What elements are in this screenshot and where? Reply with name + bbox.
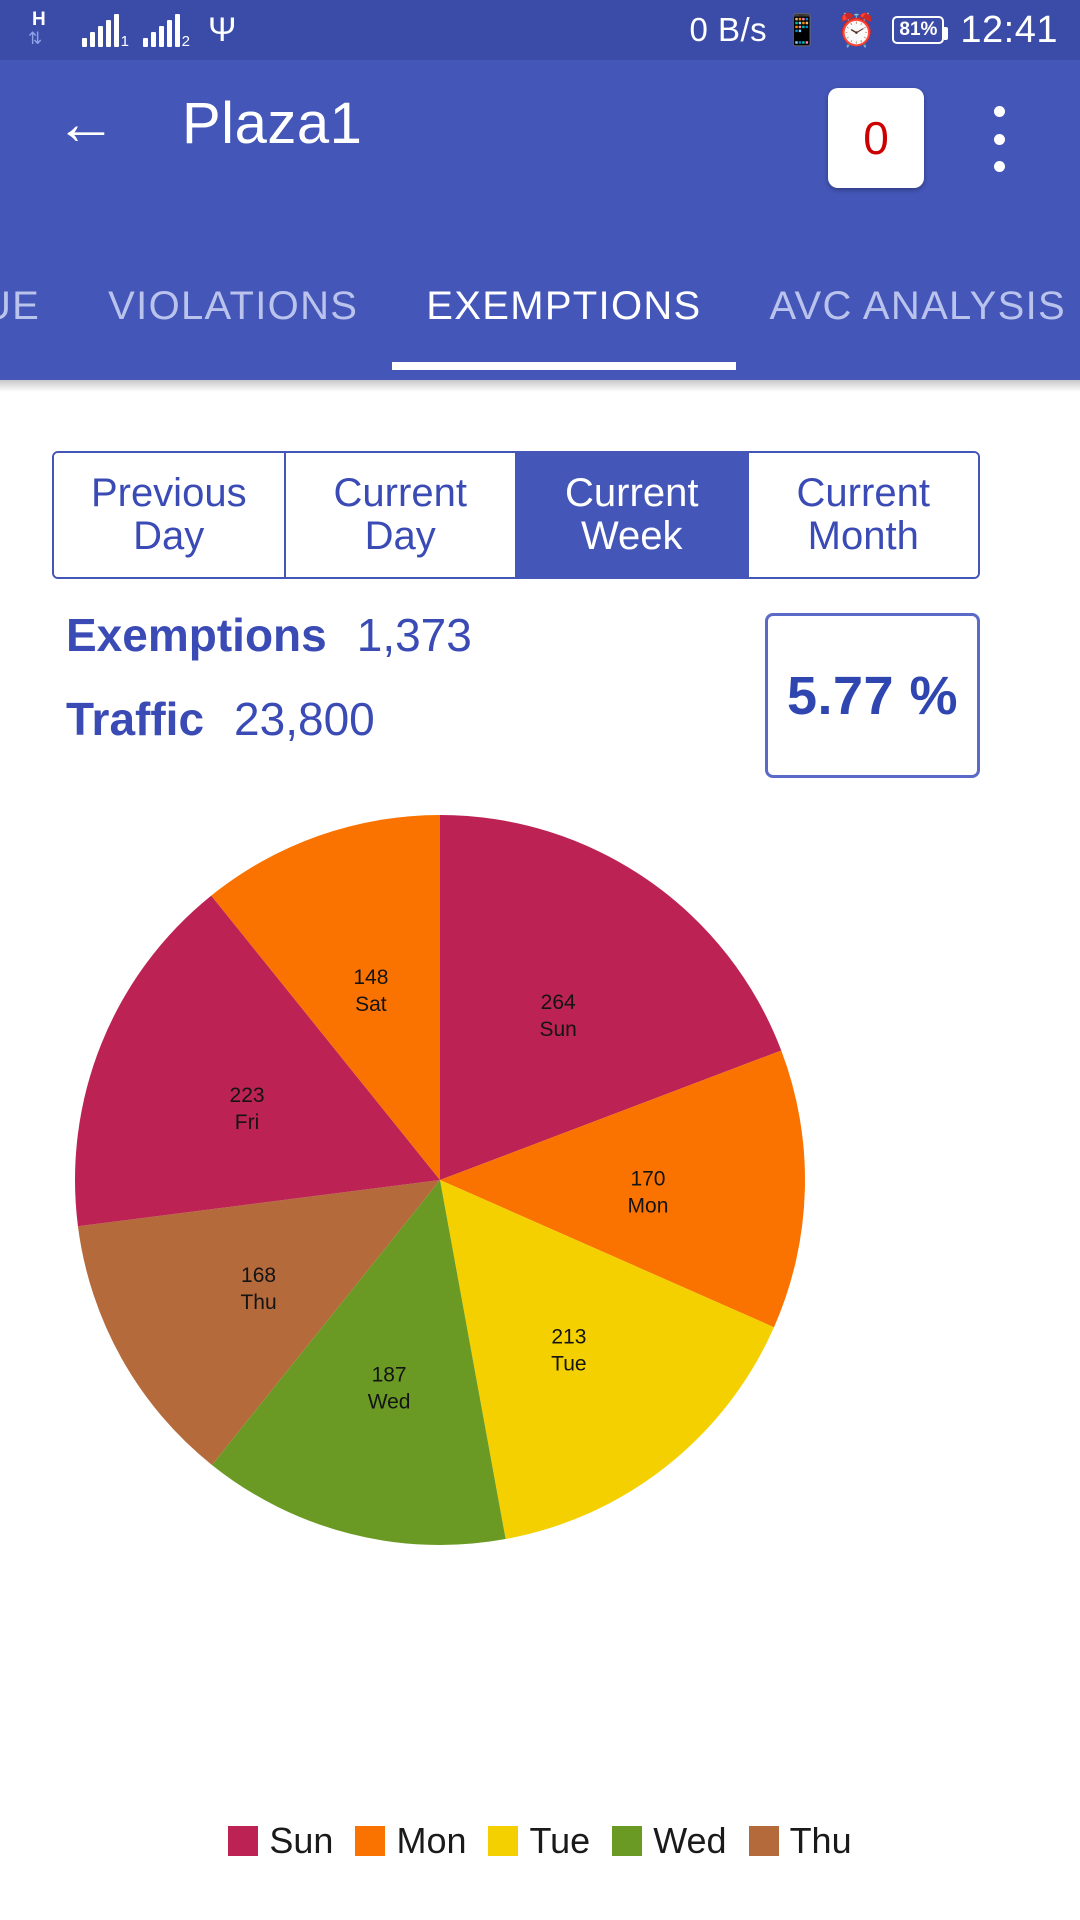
filter-previous-day-line2: Day [133,514,205,558]
legend-swatch-wed [612,1826,643,1856]
exemptions-value: 1,373 [356,609,472,661]
appbar-shadow [0,380,1080,392]
network-speed-label: 0 B/s [689,11,768,48]
sim2-signal-icon: 2 [143,13,190,50]
pie-label-value-sun: 264 [541,991,576,1014]
filter-current-month-line2: Month [807,514,919,558]
data-transfer-arrows-icon: ⇅ [28,29,42,48]
pie-svg: 264 Sun 170 Mon 213 Tue 187 Wed 168 Thu 223 Fri 148 S… [75,815,805,1545]
pie-label-name-fri: Fri [235,1111,260,1134]
legend-label-tue: Tue [529,1820,591,1861]
tab-active-indicator [392,362,736,370]
period-filter-group: Previous Day Current Day Current Week Cu… [52,451,980,579]
sim1-signal-icon: 1 [82,13,129,50]
alarm-icon: ⏰ [836,12,877,48]
pie-label-value-wed: 187 [372,1364,407,1387]
app-bar: ← Plaza1 0 [0,60,1080,255]
filter-current-month-line1: Current [796,470,930,515]
back-arrow-icon[interactable]: ← [52,93,120,162]
tab-avc-analysis-label: AVC ANALYSIS [769,283,1066,328]
legend-item-wed: Wed [612,1820,727,1862]
traffic-value: 23,800 [234,693,375,745]
legend-item-sun: Sun [228,1820,333,1862]
percentage-value: 5.77 % [786,665,959,726]
status-bar-right: 0 B/s 📱 ⏰ 81% 12:41 [689,9,1058,52]
percentage-box: 5.77 % [765,613,980,778]
filter-current-week-line1: Current [565,470,699,515]
legend-item-tue: Tue [488,1820,590,1862]
tab-avc-analysis[interactable]: AVC ANALYSIS [736,255,1080,357]
legend-swatch-thu [748,1826,779,1856]
filter-previous-day-line1: Previous [90,470,247,515]
battery-indicator: 81% [892,16,949,44]
pie-label-name-tue: Tue [551,1352,586,1375]
pie-label-name-thu: Thu [240,1291,276,1314]
filter-current-day[interactable]: Current Day [285,453,517,577]
sim1-label: 1 [120,33,129,50]
pie-label-name-sat: Sat [355,993,387,1016]
pie-label-value-tue: 213 [551,1325,586,1348]
chart-legend: Sun Mon Tue Wed Thu [0,1820,1080,1862]
tab-bar: UE VIOLATIONS EXEMPTIONS AVC ANALYSIS [0,255,1080,380]
pie-label-name-sun: Sun [539,1018,576,1041]
pie-label-value-sat: 148 [353,966,388,989]
usb-icon: Ψ [208,11,237,49]
tab-strip: UE VIOLATIONS EXEMPTIONS AVC ANALYSIS [0,255,1080,380]
status-bar-left: H ⇅ 1 2 Ψ [26,9,236,51]
sim2-label: 2 [181,33,190,50]
filter-previous-day[interactable]: Previous Day [54,453,286,577]
traffic-label: Traffic [66,693,205,745]
legend-swatch-sun [228,1826,259,1856]
filter-current-day-line2: Day [364,514,436,558]
legend-label-mon: Mon [396,1820,467,1861]
legend-label-thu: Thu [789,1820,852,1861]
status-bar: H ⇅ 1 2 Ψ 0 B/s 📱 ⏰ 81% 12:41 [0,0,1080,60]
filter-current-week[interactable]: Current Week [517,453,749,577]
tab-exemptions[interactable]: EXEMPTIONS [392,255,736,370]
legend-label-sun: Sun [269,1820,334,1861]
more-vertical-icon[interactable] [994,106,1008,172]
pie-label-value-fri: 223 [230,1084,265,1107]
clock-label: 12:41 [960,8,1058,51]
count-badge-value: 0 [863,112,889,164]
exemptions-pie-chart: 264 Sun 170 Mon 213 Tue 187 Wed 168 Thu 223 Fri 148 S… [0,800,1080,1800]
traffic-row: Traffic 23,800 [66,692,706,746]
pie-label-value-thu: 168 [241,1264,276,1287]
exemptions-label: Exemptions [66,609,327,661]
count-badge[interactable]: 0 [828,88,924,188]
tab-ue[interactable]: UE [0,255,74,357]
tab-violations-label: VIOLATIONS [108,283,359,328]
vibrate-icon: 📱 [783,13,821,47]
filter-current-month[interactable]: Current Month [748,453,978,577]
page-title: Plaza1 [182,91,363,156]
tab-ue-label: UE [0,283,41,328]
filter-current-day-line1: Current [333,470,467,515]
tab-exemptions-label: EXEMPTIONS [426,283,702,328]
legend-swatch-tue [488,1826,519,1856]
legend-item-thu: Thu [748,1820,852,1862]
exemptions-row: Exemptions 1,373 [66,608,706,662]
legend-swatch-mon [355,1826,386,1856]
legend-label-wed: Wed [653,1820,727,1861]
filter-current-week-line2: Week [580,514,683,558]
network-type-label: H [32,9,46,30]
pie-label-name-wed: Wed [368,1391,411,1414]
pie-label-value-mon: 170 [630,1167,665,1190]
tab-violations[interactable]: VIOLATIONS [74,255,392,357]
hspa-signal-icon: H ⇅ [26,9,68,51]
pie-label-name-mon: Mon [628,1194,669,1217]
legend-item-mon: Mon [355,1820,466,1862]
summary-stats: Exemptions 1,373 Traffic 23,800 [66,608,706,776]
